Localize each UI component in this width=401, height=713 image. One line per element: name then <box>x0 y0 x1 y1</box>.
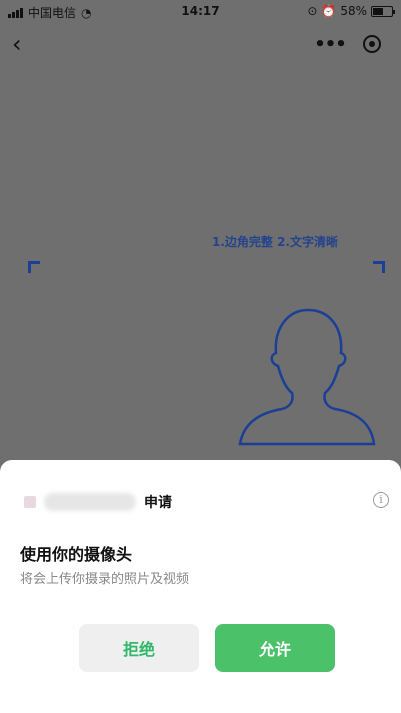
permission-sheet: 申请 i 使用你的摄像头 将会上传你摄录的照片及视频 拒绝 允许 <box>0 460 401 713</box>
reject-button[interactable]: 拒绝 <box>79 624 199 672</box>
back-icon[interactable]: ‹ <box>12 30 36 58</box>
battery-fill <box>373 7 383 15</box>
request-label: 申请 <box>144 495 172 511</box>
mini-program-capsule: ••• <box>309 30 393 58</box>
frame-corner-left <box>28 261 40 273</box>
battery-percent: 58% <box>340 4 367 18</box>
status-bar: 中国电信 ◔ 14:17 ⊙ ⏰ 58% <box>0 0 401 24</box>
camera-hint: 1.边角完整 2.文字清晰 <box>212 235 338 249</box>
frame-corner-right <box>373 261 385 273</box>
info-icon[interactable]: i <box>373 492 389 508</box>
app-info-row: 申请 <box>24 490 381 514</box>
battery-icon <box>371 5 395 17</box>
allow-button[interactable]: 允许 <box>215 624 335 672</box>
alarm-icon: ⏰ <box>321 4 337 18</box>
more-icon[interactable]: ••• <box>309 34 351 55</box>
permission-title: 使用你的摄像头 <box>20 545 133 564</box>
rotation-lock-icon: ⊙ <box>307 4 318 18</box>
app-name-redacted <box>44 493 136 511</box>
portrait-outline-icon <box>238 308 376 446</box>
permission-description: 将会上传你摄录的照片及视频 <box>20 572 190 587</box>
status-right: ⊙ ⏰ 58% <box>307 4 395 18</box>
camera-preview: 1.边角完整 2.文字清晰 <box>0 0 401 460</box>
app-icon <box>24 496 36 508</box>
close-target-icon[interactable] <box>363 35 381 53</box>
